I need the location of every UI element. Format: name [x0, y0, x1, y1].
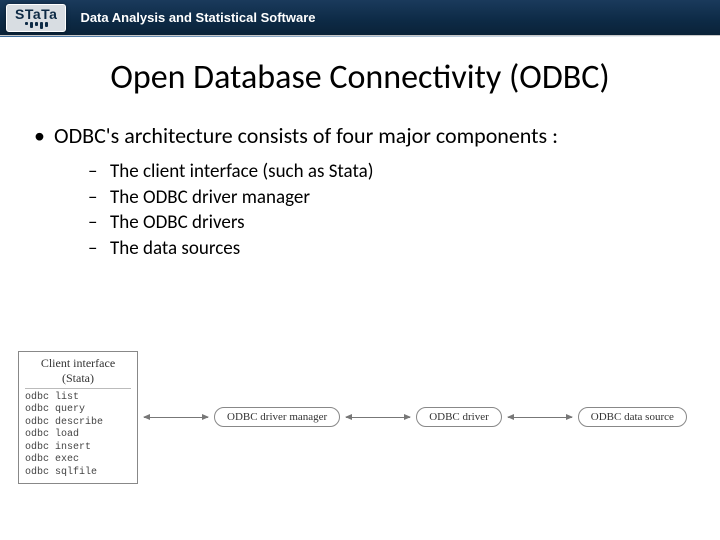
diagram-node-source: ODBC data source [578, 407, 687, 427]
slide-body: ODBC's architecture consists of four maj… [0, 106, 720, 262]
logo-bars-icon [25, 22, 48, 29]
diagram-client-title-line1: Client interface [41, 356, 115, 370]
sub-bullet: The ODBC driver manager [54, 185, 690, 211]
logo-text: STaTa [15, 7, 57, 21]
diagram-client-title-line2: (Stata) [62, 371, 94, 385]
stata-logo: STaTa [6, 4, 66, 32]
diagram-node-manager: ODBC driver manager [214, 407, 340, 427]
bullet-level-1: ODBC's architecture consists of four maj… [30, 122, 690, 262]
bullet-main: ODBC's architecture consists of four maj… [30, 122, 690, 262]
double-arrow-icon [508, 417, 572, 418]
header-underline [0, 36, 720, 37]
bullet-main-text: ODBC's architecture consists of four maj… [54, 122, 558, 149]
diagram-client-box: Client interface (Stata) odbc list odbc … [18, 351, 138, 485]
diagram-node-driver: ODBC driver [416, 407, 502, 427]
double-arrow-icon [144, 417, 208, 418]
double-arrow-icon [346, 417, 410, 418]
slide-title: Open Database Connectivity (ODBC) [20, 57, 700, 98]
diagram-client-title: Client interface (Stata) [25, 356, 131, 389]
bullet-level-2: The client interface (such as Stata) The… [54, 159, 690, 262]
sub-bullet: The data sources [54, 236, 690, 262]
header-tagline: Data Analysis and Statistical Software [80, 10, 315, 25]
sub-bullet: The client interface (such as Stata) [54, 159, 690, 185]
architecture-diagram: Client interface (Stata) odbc list odbc … [18, 351, 702, 485]
sub-bullet: The ODBC drivers [54, 210, 690, 236]
diagram-client-commands: odbc list odbc query odbc describe odbc … [25, 392, 131, 480]
header-banner: STaTa Data Analysis and Statistical Soft… [0, 0, 720, 36]
